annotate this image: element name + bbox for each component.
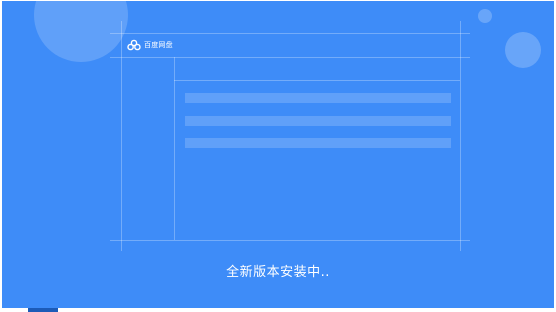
wireframe-line-right <box>460 21 461 251</box>
brand-name: 百度网盘 <box>144 41 173 49</box>
installer-window: 百度网盘 全新版本安装中.. <box>2 1 554 308</box>
wireframe-line-left <box>121 21 122 251</box>
placeholder-bar-1 <box>185 93 451 103</box>
install-status-text: 全新版本安装中.. <box>226 265 330 280</box>
wireframe-line-sidebar <box>174 57 175 240</box>
app-brand: 百度网盘 <box>127 38 173 52</box>
decorative-circle-large <box>34 1 128 62</box>
cloud-logo-icon <box>127 39 141 51</box>
taskbar-edge <box>28 308 58 312</box>
placeholder-bar-3 <box>185 138 451 148</box>
wireframe-line-header <box>110 57 470 58</box>
wireframe-line-bottom <box>110 240 470 241</box>
decorative-circle-small <box>478 9 492 23</box>
wireframe-line-top <box>110 33 470 34</box>
decorative-circle-medium <box>505 32 541 68</box>
placeholder-bar-2 <box>185 116 451 126</box>
wireframe-line-content-top <box>174 80 460 81</box>
